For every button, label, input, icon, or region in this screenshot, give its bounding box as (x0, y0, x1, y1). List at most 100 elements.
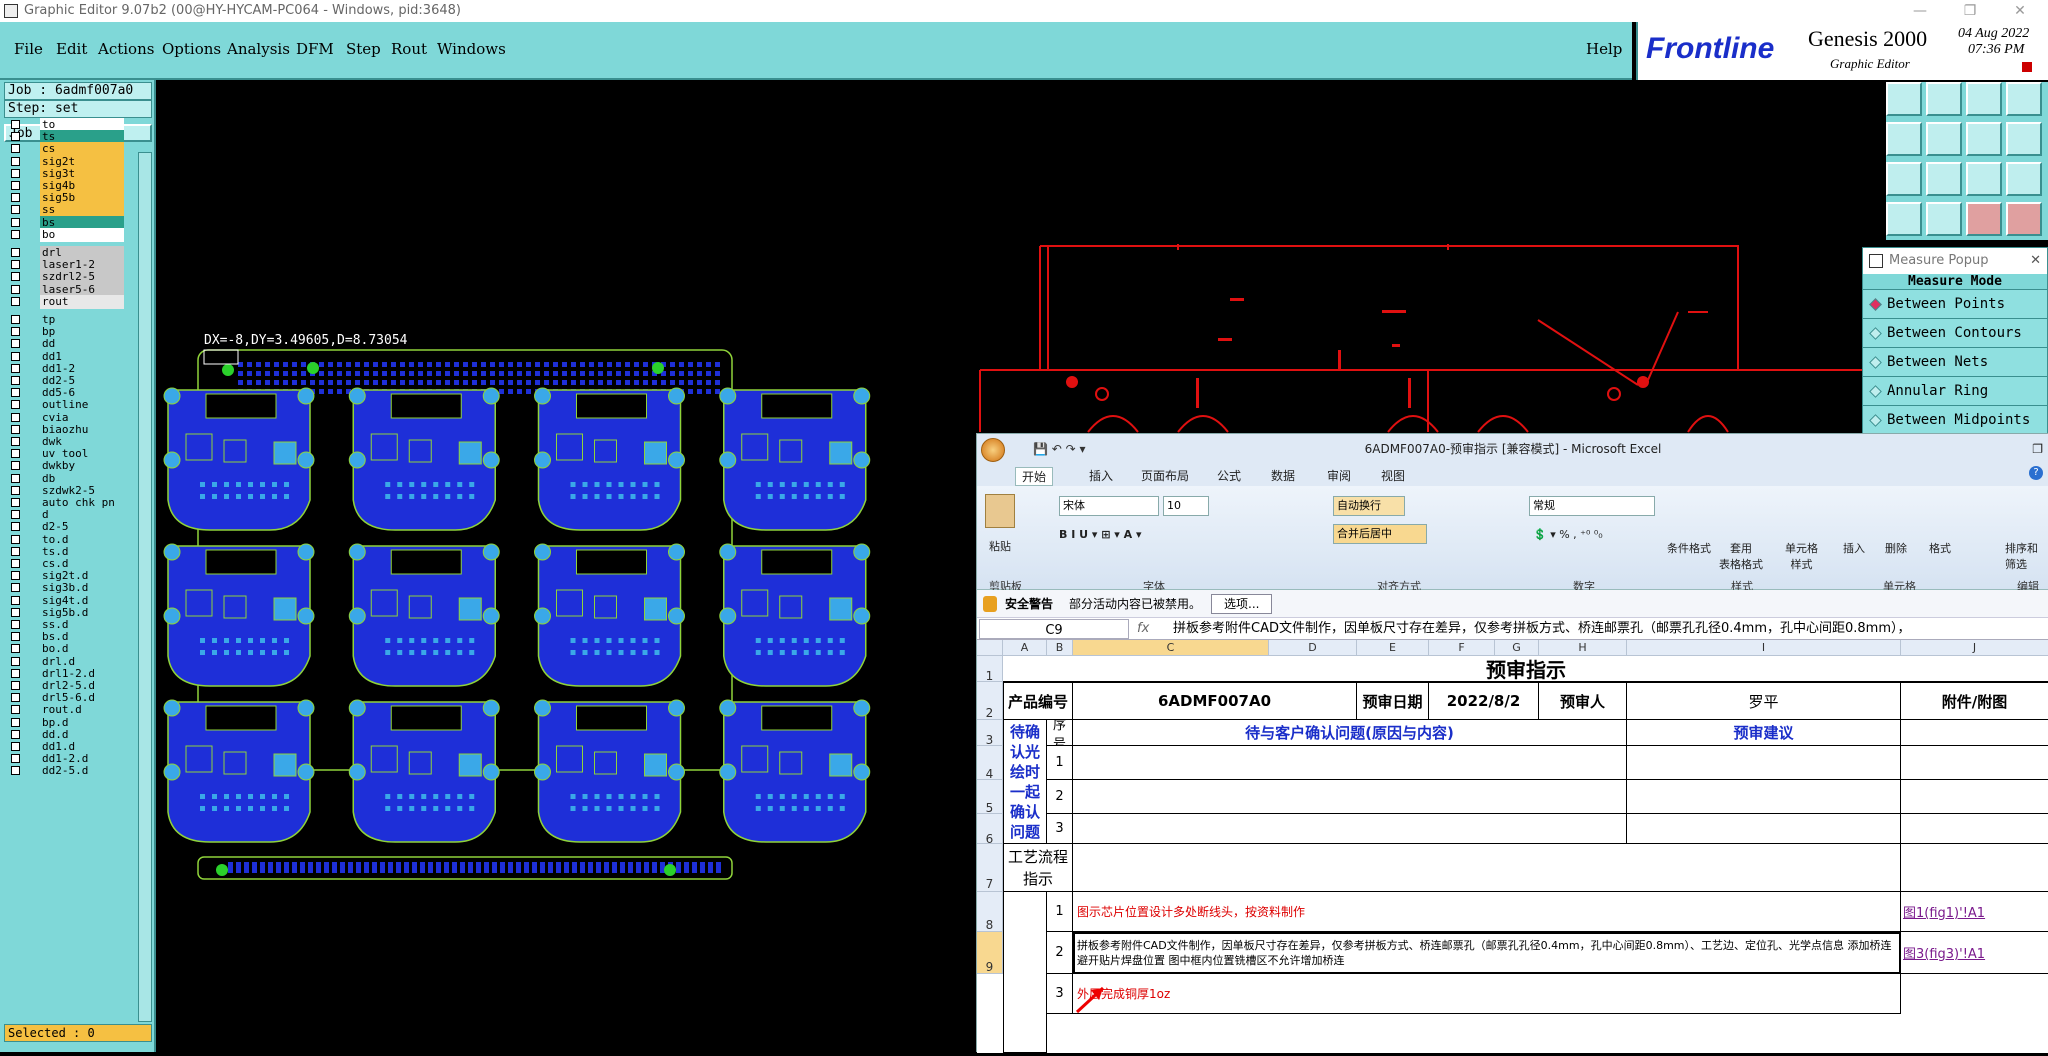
layer-checkbox[interactable] (11, 522, 20, 532)
sheet-heading[interactable]: 预审指示 (1003, 656, 2048, 682)
col-header-b[interactable]: B (1047, 640, 1073, 656)
pan-right-icon[interactable] (1926, 122, 1962, 156)
date-value[interactable]: 2022/8/2 (1429, 682, 1539, 720)
layer-checkbox[interactable] (11, 449, 20, 459)
layer-checkbox[interactable] (11, 766, 20, 776)
layer-checkbox[interactable] (11, 717, 20, 727)
col-header-j[interactable]: J (1901, 640, 2048, 656)
row-header-1[interactable]: 1 (977, 656, 1003, 683)
measure-tool-icon[interactable] (1886, 202, 1922, 236)
row-header-3[interactable]: 3 (977, 720, 1003, 747)
merge-center-button[interactable]: 合并后居中 (1333, 524, 1427, 544)
tab-formulas[interactable]: 公式 (1217, 467, 1241, 484)
layer-checkbox[interactable] (11, 412, 20, 422)
mode-between-points[interactable]: Between Points (1863, 290, 2047, 319)
attach-7[interactable] (1901, 844, 2048, 892)
maximize-button[interactable]: ❐ (1950, 0, 1990, 22)
layer-checkbox[interactable] (11, 272, 20, 282)
corner-cell[interactable] (977, 640, 1003, 656)
menu-actions[interactable]: Actions (98, 40, 154, 58)
layer-checkbox[interactable] (11, 315, 20, 324)
suggest-header[interactable]: 预审建议 (1627, 720, 1901, 746)
date-label[interactable]: 预审日期 (1357, 682, 1429, 720)
zoom-out-icon[interactable] (1926, 82, 1962, 116)
menu-step[interactable]: Step (346, 40, 381, 58)
layer-checkbox[interactable] (11, 284, 20, 294)
security-options-button[interactable]: 选项... (1211, 594, 1273, 614)
attach-cell-3[interactable] (1901, 720, 2048, 746)
layer-checkbox[interactable] (11, 376, 20, 385)
layer-row-bo[interactable]: bo (6, 227, 124, 242)
tab-view[interactable]: 视图 (1381, 467, 1405, 484)
office-button-icon[interactable] (981, 438, 1005, 462)
question-1[interactable] (1073, 746, 1627, 780)
tab-home[interactable]: 开始 (1015, 467, 1054, 486)
layer-scrollbar[interactable] (138, 152, 152, 1022)
layer-checkbox[interactable] (11, 485, 20, 495)
fig3-link[interactable]: 图3(fig3)'!A1 (1901, 932, 2048, 974)
snap-icon[interactable] (2006, 122, 2042, 156)
row-header-2[interactable]: 2 (977, 682, 1003, 720)
wrap-text-button[interactable]: 自动换行 (1333, 496, 1405, 516)
home-icon[interactable] (1966, 82, 2002, 116)
col-header-e[interactable]: E (1357, 640, 1429, 656)
menu-dfm[interactable]: DFM (296, 40, 334, 58)
col-header-c[interactable]: C (1073, 640, 1269, 656)
tab-insert[interactable]: 插入 (1089, 467, 1113, 484)
process-merged[interactable] (1003, 892, 1047, 1053)
pan-left-icon[interactable] (1886, 122, 1922, 156)
half-scale-icon[interactable] (1966, 162, 2002, 196)
layer-checkbox[interactable] (11, 363, 20, 373)
question-3[interactable] (1073, 814, 1627, 844)
paste-icon[interactable] (985, 494, 1015, 528)
center-icon[interactable] (1926, 162, 1962, 196)
layer-checkbox[interactable] (11, 168, 20, 178)
menu-options[interactable]: Options (162, 40, 221, 58)
help-icon[interactable] (2006, 162, 2042, 196)
format-cells-button[interactable]: 格式 (1929, 540, 1951, 556)
layer-checkbox[interactable] (11, 546, 20, 556)
layer-checkbox[interactable] (11, 705, 20, 715)
layer-checkbox[interactable] (11, 607, 20, 617)
proc-seq-2[interactable]: 2 (1047, 932, 1073, 974)
layer-name[interactable]: bo (40, 227, 124, 242)
process-label[interactable]: 工艺流程指示 (1003, 844, 1073, 892)
layer-checkbox[interactable] (11, 668, 20, 678)
layer-checkbox[interactable] (11, 644, 20, 654)
layer-checkbox[interactable] (11, 260, 20, 270)
suggest-1[interactable] (1627, 746, 1901, 780)
grid-icon[interactable] (2006, 82, 2042, 116)
number-format-select[interactable]: 常规 (1529, 496, 1655, 516)
delete-cells-button[interactable]: 删除 (1885, 540, 1907, 556)
layer-checkbox[interactable] (11, 248, 20, 257)
layer-checkbox[interactable] (11, 729, 20, 739)
zoom-window-icon[interactable] (1886, 162, 1922, 196)
layer-checkbox[interactable] (11, 473, 20, 483)
suggest-3[interactable] (1627, 814, 1901, 844)
insert-cells-button[interactable]: 插入 (1843, 540, 1865, 556)
zoom-in-icon[interactable] (1886, 82, 1922, 116)
layer-name[interactable]: rout (40, 294, 124, 309)
spreadsheet-grid[interactable]: A B C D E F G H I J 1 2 3 4 5 6 7 8 9 预审… (977, 640, 2048, 1053)
suggest-2[interactable] (1627, 780, 1901, 814)
layer-checkbox[interactable] (11, 351, 20, 361)
tab-page-layout[interactable]: 页面布局 (1141, 467, 1189, 484)
layer-checkbox[interactable] (11, 339, 20, 349)
layer-checkbox[interactable] (11, 461, 20, 471)
layer-checkbox[interactable] (11, 156, 20, 166)
layer-checkbox[interactable] (11, 656, 20, 666)
attach-3[interactable] (1901, 814, 2048, 844)
fit-icon[interactable] (1966, 122, 2002, 156)
close-icon[interactable]: ✕ (2030, 248, 2041, 274)
layer-checkbox[interactable] (11, 193, 20, 203)
row-header-9[interactable]: 9 (977, 932, 1003, 974)
number-format-buttons[interactable]: 💲 ▾ % , ⁺⁰ ⁰₀ (1533, 528, 1603, 541)
layer-row-dd2-5-d[interactable]: dd2-5.d (6, 764, 124, 779)
layer-checkbox[interactable] (11, 437, 20, 446)
restore-icon[interactable]: ❐ (2032, 434, 2043, 464)
font-name-select[interactable]: 宋体 (1059, 496, 1159, 516)
name-box[interactable]: C9 (979, 619, 1129, 639)
process-cell[interactable] (1073, 844, 1901, 892)
sort-filter-button[interactable]: 排序和 筛选 (2005, 540, 2038, 572)
menu-analysis[interactable]: Analysis (227, 40, 290, 58)
